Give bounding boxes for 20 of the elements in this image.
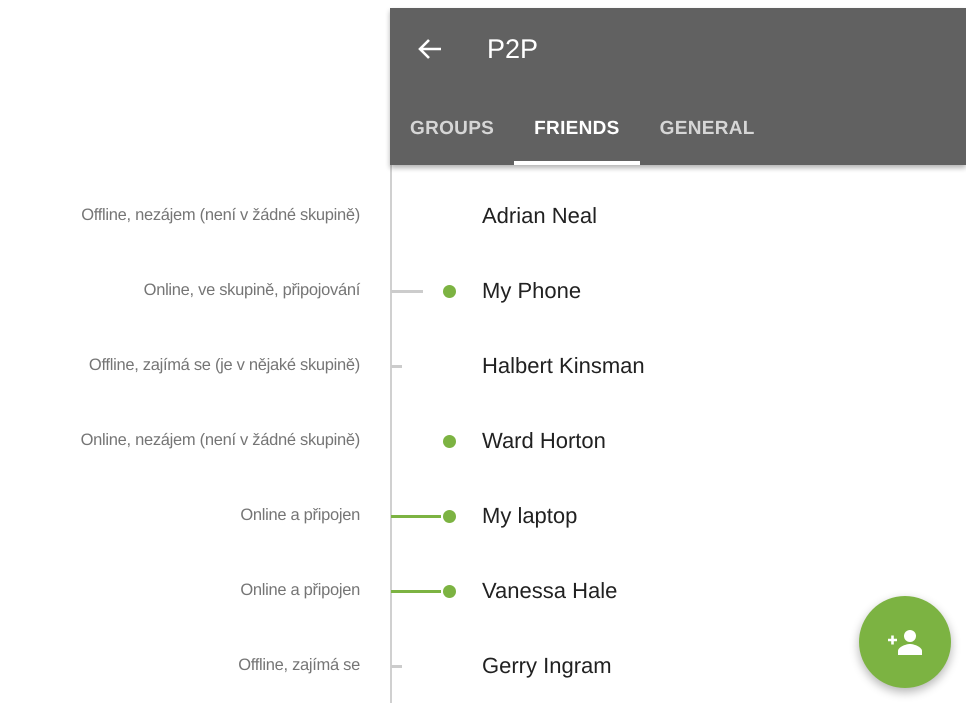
friend-name[interactable]: Ward Horton bbox=[482, 428, 606, 454]
tab[interactable]: GROUPS bbox=[390, 90, 514, 165]
status-annotation: Online, nezájem (není v žádné skupině) bbox=[80, 431, 360, 450]
back-arrow-icon[interactable] bbox=[417, 38, 443, 60]
app-title: P2P bbox=[487, 34, 538, 64]
add-person-icon bbox=[886, 629, 924, 655]
friend-name[interactable]: Gerry Ingram bbox=[482, 652, 612, 678]
status-annotation: Online a připojen bbox=[240, 581, 360, 600]
friend-name[interactable]: My Phone bbox=[482, 278, 582, 304]
status-annotation: Offline, zajímá se bbox=[238, 656, 360, 675]
status-annotation: Online a připojen bbox=[240, 506, 360, 525]
tab[interactable]: GENERAL bbox=[640, 90, 775, 165]
tab[interactable]: FRIENDS bbox=[514, 90, 640, 165]
friend-name[interactable]: My laptop bbox=[482, 502, 578, 528]
friend-name[interactable]: Adrian Neal bbox=[482, 202, 597, 228]
friend-name[interactable]: Halbert Kinsman bbox=[482, 352, 645, 378]
friend-name[interactable]: Vanessa Hale bbox=[482, 578, 618, 604]
status-annotation: Online, ve skupině, připojování bbox=[144, 281, 360, 300]
status-annotation: Offline, nezájem (není v žádné skupině) bbox=[81, 206, 360, 225]
status-annotation: Offline, zajímá se (je v nějaké skupině) bbox=[88, 356, 360, 375]
